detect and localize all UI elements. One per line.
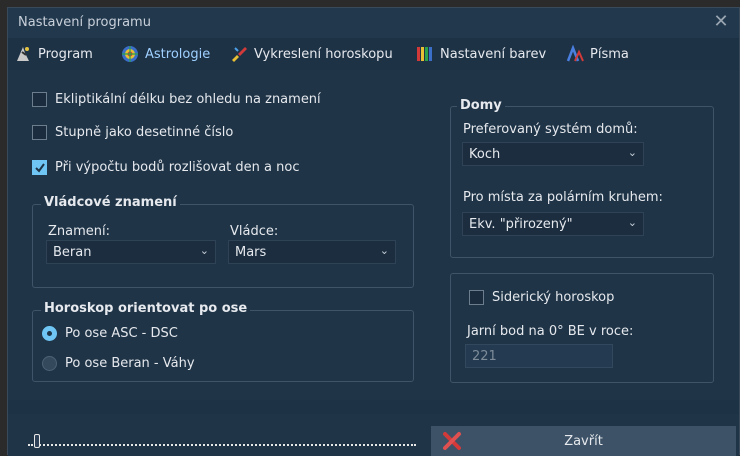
zodiac-wheel-icon [122, 46, 138, 62]
houses-group-title: Domy [457, 98, 505, 113]
radio-beran-vahy-label: Po ose Beran - Váhy [65, 356, 195, 371]
chevron-down-icon: ⌄ [627, 216, 637, 229]
wizard-icon [17, 47, 29, 61]
sign-select[interactable]: Beran ⌄ [46, 240, 216, 264]
astrologie-panel: Ekliptikální délku bez ohledu na znamení… [8, 70, 739, 400]
checkbox-box [32, 92, 47, 107]
polar-select-value: Ekv. "přirozený" [469, 216, 573, 232]
ruler-select[interactable]: Mars ⌄ [228, 240, 396, 264]
ruler-label: Vládce: [230, 224, 279, 239]
sign-label: Znamení: [48, 224, 111, 239]
color-palette-icon [417, 47, 432, 61]
red-x-icon [443, 432, 461, 450]
radio-selected [42, 326, 57, 341]
progress-bar [28, 434, 416, 448]
ecliptic-checkbox-label: Ekliptikální délku bez ohledu na znamení [55, 92, 321, 107]
tab-pisma[interactable]: Písma [566, 43, 629, 65]
orientation-group-title: Horoskop orientovat po ose [41, 301, 251, 316]
tab-vykresleni[interactable]: Vykreslení horoskopu [230, 43, 393, 65]
ruler-group-title: Vládcové znamení [41, 195, 180, 210]
window-title: Nastavení programu [18, 15, 151, 30]
settings-window: Nastavení programu ✕ Program Astrologie [7, 7, 740, 456]
tab-barvy-label: Nastavení barev [440, 46, 547, 62]
preferred-house-label: Preferovaný systém domů: [463, 122, 638, 137]
checkbox-box-checked [32, 160, 47, 175]
paint-brush-icon [232, 47, 247, 62]
close-icon[interactable]: ✕ [711, 12, 731, 32]
polar-select[interactable]: Ekv. "přirozený" ⌄ [462, 212, 644, 236]
tab-pisma-label: Písma [590, 46, 629, 62]
sign-select-value: Beran [53, 244, 92, 260]
progress-track [28, 444, 416, 448]
ecliptic-checkbox[interactable]: Ekliptikální délku bez ohledu na znamení [32, 92, 321, 107]
close-button[interactable]: Zavřít [431, 426, 736, 456]
fonts-icon [566, 45, 584, 62]
decimal-degrees-checkbox[interactable]: Stupně jako desetinné číslo [32, 125, 233, 140]
radio-asc-dsc[interactable]: Po ose ASC - DSC [42, 326, 178, 341]
polar-label: Pro místa za polárním kruhem: [463, 190, 663, 205]
house-system-select[interactable]: Koch ⌄ [462, 142, 644, 166]
tab-astrologie-label: Astrologie [145, 46, 211, 62]
progress-indicator [34, 434, 40, 448]
sidereal-checkbox-label: Siderický horoskop [492, 290, 615, 305]
year-input[interactable]: 221 [465, 344, 613, 368]
ruler-select-value: Mars [235, 244, 267, 260]
close-button-label: Zavřít [564, 433, 603, 449]
house-system-value: Koch [469, 146, 501, 162]
chevron-down-icon: ⌄ [199, 244, 209, 257]
year-input-value: 221 [472, 348, 497, 364]
chevron-down-icon: ⌄ [627, 146, 637, 159]
orientation-group: Horoskop orientovat po ose [32, 301, 414, 382]
decimal-degrees-checkbox-label: Stupně jako desetinné číslo [55, 125, 234, 140]
tab-vykresleni-label: Vykreslení horoskopu [254, 46, 393, 62]
radio-beran-vahy[interactable]: Po ose Beran - Váhy [42, 356, 195, 371]
radio-unselected [42, 356, 57, 371]
tab-program-label: Program [38, 46, 93, 62]
tab-barvy[interactable]: Nastavení barev [416, 43, 546, 65]
radio-asc-dsc-label: Po ose ASC - DSC [65, 326, 178, 341]
tab-program[interactable]: Program [14, 43, 93, 65]
checkbox-box [32, 125, 47, 140]
sidereal-checkbox[interactable]: Siderický horoskop [469, 290, 614, 305]
day-night-checkbox[interactable]: Při výpočtu bodů rozlišovat den a noc [32, 160, 299, 175]
chevron-down-icon: ⌄ [379, 244, 389, 257]
tab-astrologie[interactable]: Astrologie [121, 43, 210, 65]
title-bar: Nastavení programu ✕ [8, 8, 739, 38]
year-label: Jarní bod na 0° BE v roce: [467, 324, 634, 339]
checkbox-box [469, 290, 484, 305]
day-night-checkbox-label: Při výpočtu bodů rozlišovat den a noc [55, 160, 300, 175]
tab-bar: Program Astrologie Vykreslení horoskopu [8, 41, 739, 67]
bottom-bar: Zavřít [8, 414, 739, 456]
checkmark-icon [34, 162, 45, 173]
